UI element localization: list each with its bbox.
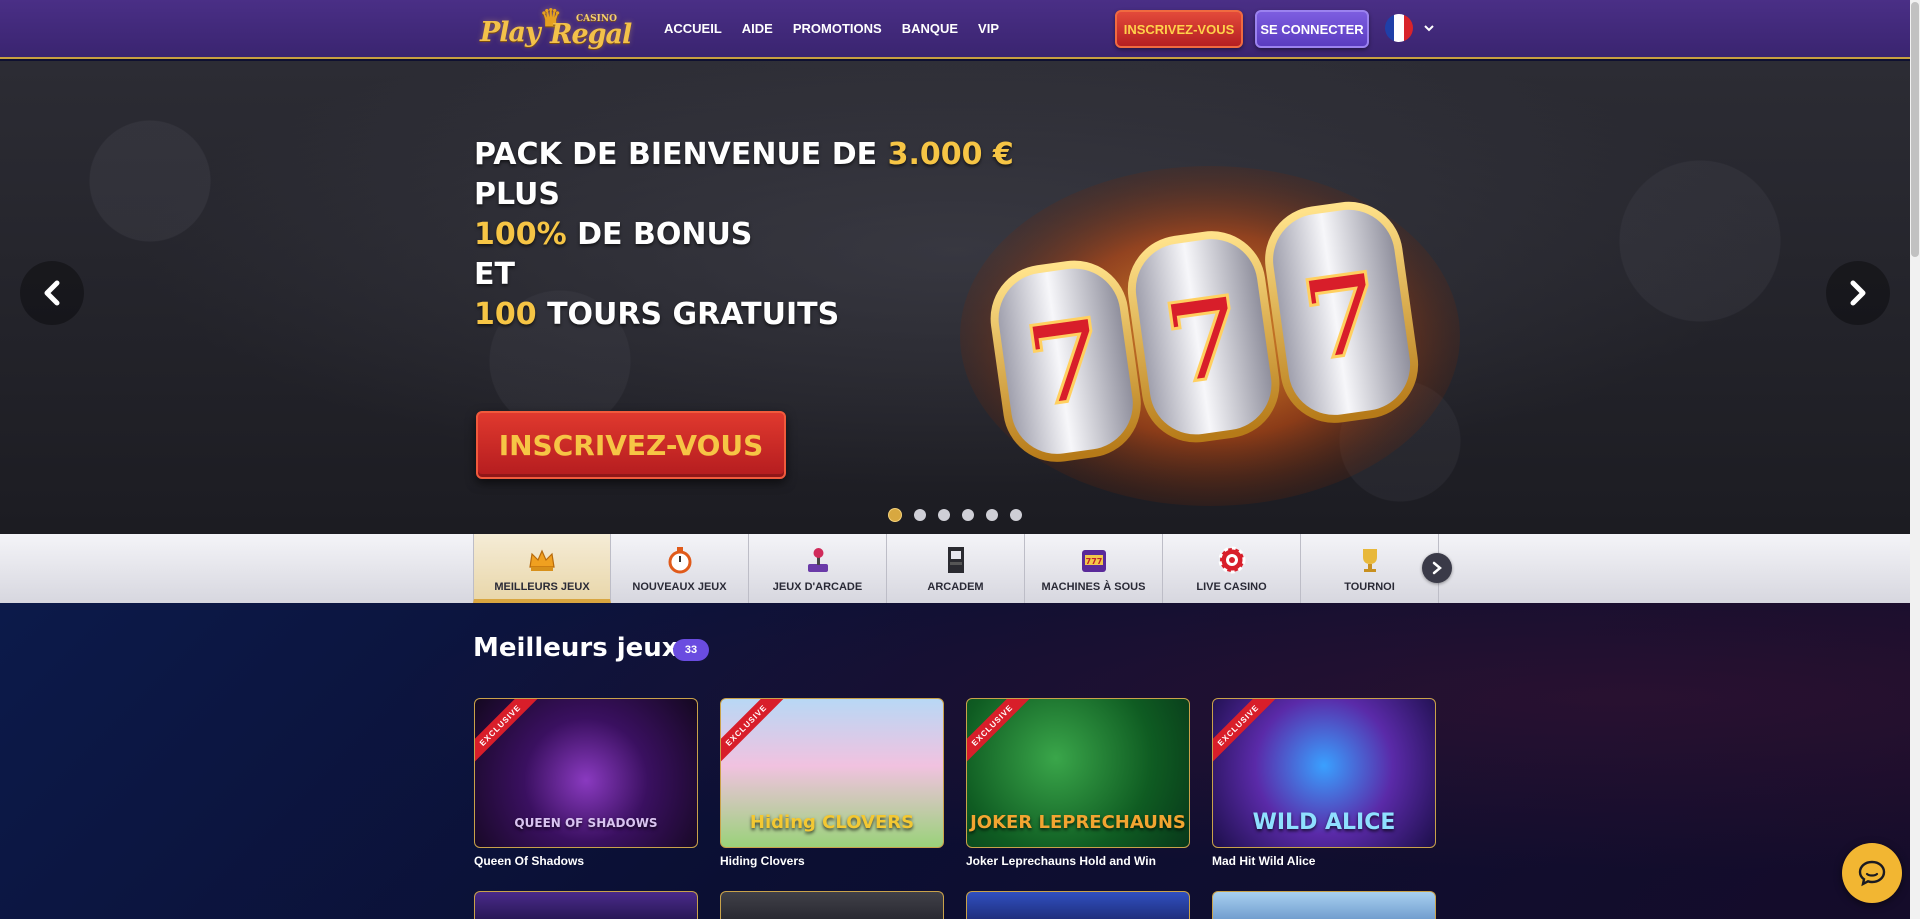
game-name[interactable]: Queen Of Shadows bbox=[474, 854, 698, 868]
casino-chip-icon bbox=[1218, 546, 1245, 574]
chevron-down-icon bbox=[1424, 25, 1434, 32]
nav-aide[interactable]: AIDE bbox=[742, 21, 773, 36]
logo-word-regal: Regal bbox=[550, 19, 632, 50]
game-thumbnail[interactable]: EXCLUSIVE Hiding CLOVERS bbox=[720, 698, 944, 848]
game-category-bar: MEILLEURS JEUX NOUVEAUX JEUX JEUX D'ARCA… bbox=[0, 534, 1910, 603]
hero-slide-dot-1[interactable] bbox=[888, 508, 902, 522]
tab-jeux-arcade[interactable]: JEUX D'ARCADE bbox=[749, 534, 887, 603]
hero-line1-text: PACK DE BIENVENUE DE bbox=[474, 137, 888, 172]
game-card[interactable] bbox=[720, 891, 944, 919]
svg-text:777: 777 bbox=[1085, 557, 1102, 566]
game-card-queen-of-shadows[interactable]: EXCLUSIVE QUEEN OF SHADOWS Queen Of Shad… bbox=[474, 698, 698, 868]
game-thumbnail[interactable] bbox=[966, 891, 1190, 919]
game-card-mad-hit-wild-alice[interactable]: EXCLUSIVE WILD ALICE Mad Hit Wild Alice bbox=[1212, 698, 1436, 868]
tab-meilleurs-jeux[interactable]: MEILLEURS JEUX bbox=[473, 534, 611, 603]
tab-label: LIVE CASINO bbox=[1196, 581, 1267, 593]
hero-banner: PACK DE BIENVENUE DE 3.000 € PLUS 100% D… bbox=[0, 61, 1910, 534]
slot-machine-icon: 777 bbox=[1081, 550, 1106, 572]
games-grid: EXCLUSIVE QUEEN OF SHADOWS Queen Of Shad… bbox=[474, 698, 1436, 868]
playregal-logo[interactable]: ♛ CASINO Play Regal bbox=[480, 3, 632, 55]
register-button[interactable]: INSCRIVEZ-VOUS bbox=[1115, 10, 1243, 48]
tab-machines-a-sous[interactable]: 777 MACHINES À SOUS bbox=[1025, 534, 1163, 603]
trophy-icon bbox=[1362, 549, 1377, 572]
hero-slide-dot-3[interactable] bbox=[938, 509, 950, 521]
game-card-hiding-clovers[interactable]: EXCLUSIVE Hiding CLOVERS Hiding Clovers bbox=[720, 698, 944, 868]
language-selector[interactable] bbox=[1385, 13, 1443, 43]
tab-label: MEILLEURS JEUX bbox=[494, 581, 590, 593]
hero-line2: PLUS bbox=[474, 177, 561, 212]
main-nav: ACCUEIL AIDE PROMOTIONS BANQUE VIP bbox=[664, 21, 999, 36]
game-art-title: WILD ALICE bbox=[1252, 810, 1396, 835]
game-name[interactable]: Joker Leprechauns Hold and Win bbox=[966, 854, 1190, 868]
page-scrollbar-thumb[interactable] bbox=[1911, 2, 1919, 257]
chevron-right-icon bbox=[1432, 561, 1442, 575]
hero-line3-text: DE BONUS bbox=[566, 217, 753, 252]
game-art-title: JOKER LEPRECHAUNS bbox=[970, 812, 1186, 833]
chat-bubble-icon bbox=[1858, 860, 1886, 887]
tab-label: NOUVEAUX JEUX bbox=[632, 581, 727, 593]
games-section: Meilleurs jeux 33 EXCLUSIVE QUEEN OF SHA… bbox=[0, 603, 1910, 919]
game-card[interactable] bbox=[966, 891, 1190, 919]
nav-vip[interactable]: VIP bbox=[978, 21, 999, 36]
games-count-badge: 33 bbox=[673, 639, 709, 661]
nav-promotions[interactable]: PROMOTIONS bbox=[793, 21, 882, 36]
france-flag-icon bbox=[1385, 14, 1413, 42]
hero-prev-arrow[interactable] bbox=[20, 261, 84, 325]
games-grid-row-2 bbox=[474, 891, 1436, 919]
game-thumbnail[interactable]: EXCLUSIVE QUEEN OF SHADOWS bbox=[474, 698, 698, 848]
game-thumbnail[interactable] bbox=[1212, 891, 1436, 919]
tab-nouveaux-jeux[interactable]: NOUVEAUX JEUX bbox=[611, 534, 749, 603]
category-tabs: MEILLEURS JEUX NOUVEAUX JEUX JEUX D'ARCA… bbox=[473, 534, 1439, 603]
nav-banque[interactable]: BANQUE bbox=[902, 21, 958, 36]
exclusive-ribbon: EXCLUSIVE bbox=[967, 699, 1037, 770]
tab-label: TOURNOI bbox=[1344, 581, 1395, 593]
nav-accueil[interactable]: ACCUEIL bbox=[664, 21, 722, 36]
live-chat-button[interactable] bbox=[1842, 843, 1902, 903]
tab-arcadem[interactable]: ARCADEM bbox=[887, 534, 1025, 603]
game-art-title: QUEEN OF SHADOWS bbox=[514, 816, 658, 830]
category-next-arrow[interactable] bbox=[1422, 553, 1452, 583]
tab-label: ARCADEM bbox=[927, 581, 984, 593]
joystick-icon bbox=[807, 548, 828, 572]
tab-live-casino[interactable]: LIVE CASINO bbox=[1163, 534, 1301, 603]
hero-slide-dot-4[interactable] bbox=[962, 509, 974, 521]
exclusive-ribbon: EXCLUSIVE bbox=[1213, 699, 1283, 770]
hero-register-button[interactable]: INSCRIVEZ-VOUS bbox=[476, 411, 786, 479]
game-name[interactable]: Mad Hit Wild Alice bbox=[1212, 854, 1436, 868]
hero-pagination bbox=[888, 508, 1022, 522]
hero-free-spins-count: 100 bbox=[474, 297, 537, 332]
hero-next-arrow[interactable] bbox=[1826, 261, 1890, 325]
tab-tournoi[interactable]: TOURNOI bbox=[1301, 534, 1439, 603]
game-card[interactable] bbox=[474, 891, 698, 919]
hero-headline: PACK DE BIENVENUE DE 3.000 € PLUS 100% D… bbox=[474, 135, 1014, 335]
arcade-cabinet-icon bbox=[947, 547, 964, 573]
game-thumbnail[interactable] bbox=[474, 891, 698, 919]
tab-label: JEUX D'ARCADE bbox=[772, 581, 863, 593]
section-title: Meilleurs jeux bbox=[473, 633, 679, 663]
top-navigation-bar: ♛ CASINO Play Regal ACCUEIL AIDE PROMOTI… bbox=[0, 0, 1910, 59]
hero-slide-dot-2[interactable] bbox=[914, 509, 926, 521]
game-thumbnail[interactable] bbox=[720, 891, 944, 919]
chevron-left-icon bbox=[44, 280, 60, 306]
game-thumbnail[interactable]: EXCLUSIVE JOKER LEPRECHAUNS bbox=[966, 698, 1190, 848]
game-card[interactable] bbox=[1212, 891, 1436, 919]
logo-word-play: Play bbox=[480, 17, 541, 48]
hero-bonus-percent: 100% bbox=[474, 217, 567, 252]
game-name[interactable]: Hiding Clovers bbox=[720, 854, 944, 868]
exclusive-ribbon: EXCLUSIVE bbox=[721, 699, 791, 770]
hero-slide-dot-5[interactable] bbox=[986, 509, 998, 521]
hero-line4: ET bbox=[474, 257, 515, 292]
stopwatch-icon bbox=[668, 547, 691, 574]
tab-label: MACHINES À SOUS bbox=[1041, 581, 1146, 593]
crown-icon bbox=[529, 549, 555, 571]
hero-line5-text: TOURS GRATUITS bbox=[536, 297, 840, 332]
hero-slide-dot-6[interactable] bbox=[1010, 509, 1022, 521]
game-art-title: Hiding CLOVERS bbox=[749, 812, 915, 833]
game-card-joker-leprechauns[interactable]: EXCLUSIVE JOKER LEPRECHAUNS Joker Leprec… bbox=[966, 698, 1190, 868]
game-thumbnail[interactable]: EXCLUSIVE WILD ALICE bbox=[1212, 698, 1436, 848]
slot-777-illustration: 7 7 7 bbox=[960, 166, 1460, 506]
chevron-right-icon bbox=[1850, 280, 1866, 306]
exclusive-ribbon: EXCLUSIVE bbox=[475, 699, 545, 770]
login-button[interactable]: SE CONNECTER bbox=[1255, 10, 1369, 48]
